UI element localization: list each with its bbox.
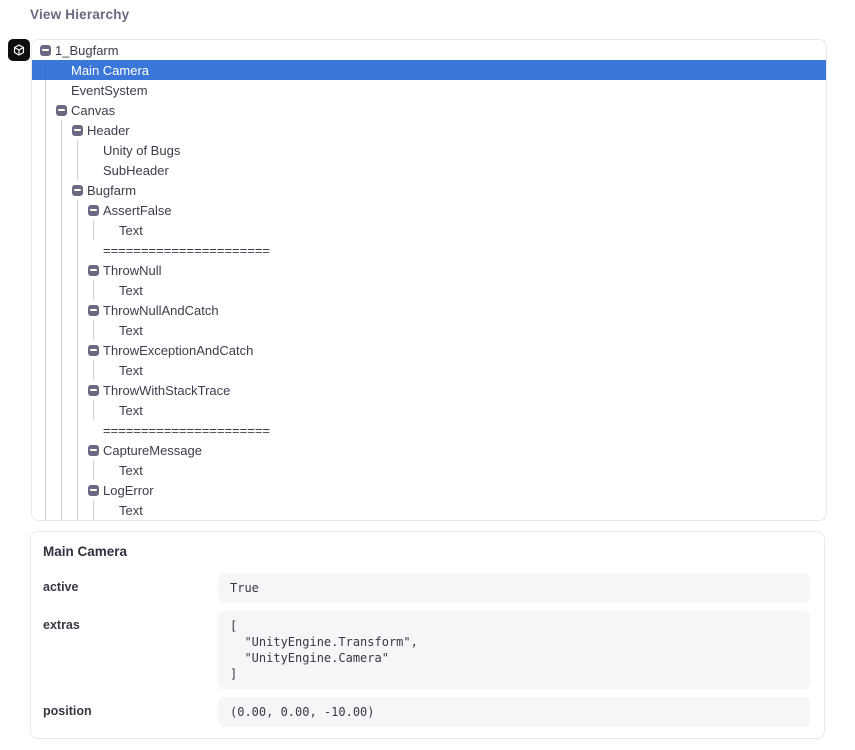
tree-item-text[interactable]: Text xyxy=(32,280,826,300)
tree-item-label: ThrowExceptionAndCatch xyxy=(103,343,253,358)
property-label: active xyxy=(43,573,218,603)
collapse-icon[interactable] xyxy=(88,445,99,456)
collapse-icon[interactable] xyxy=(72,125,83,136)
tree-item-text[interactable]: Text xyxy=(32,220,826,240)
collapse-icon[interactable] xyxy=(88,205,99,216)
tree-item-label: Header xyxy=(87,123,130,138)
hierarchy-tree: 1_Bugfarm Main Camera EventSystem Canvas Hea… xyxy=(32,40,826,520)
tree-item-label: Bugfarm xyxy=(87,183,136,198)
tree-item-thrownull[interactable]: ThrowNull xyxy=(32,260,826,280)
tree-item-text[interactable]: Text xyxy=(32,500,826,520)
tree-item-label: ====================== xyxy=(103,423,270,438)
tree-item-eventsystem[interactable]: EventSystem xyxy=(32,80,826,100)
tree-item-label: Text xyxy=(119,363,143,378)
tree-item-header[interactable]: Header xyxy=(32,120,826,140)
tree-item-label: ThrowWithStackTrace xyxy=(103,383,230,398)
tree-item-label: EventSystem xyxy=(71,83,148,98)
tree-item-label: 1_Bugfarm xyxy=(55,43,119,58)
collapse-icon[interactable] xyxy=(88,265,99,276)
tree-item-label: Canvas xyxy=(71,103,115,118)
tree-item-label: ThrowNullAndCatch xyxy=(103,303,219,318)
detail-row-active: activeTrue xyxy=(43,573,810,603)
tree-item-subheader[interactable]: SubHeader xyxy=(32,160,826,180)
property-label: extras xyxy=(43,611,218,689)
collapse-icon[interactable] xyxy=(88,485,99,496)
property-value: True xyxy=(218,573,810,603)
tree-item-thrownullandcatch[interactable]: ThrowNullAndCatch xyxy=(32,300,826,320)
property-label: position xyxy=(43,697,218,727)
tree-item-logerror[interactable]: LogError xyxy=(32,480,826,500)
tree-item-label: Text xyxy=(119,403,143,418)
collapse-icon[interactable] xyxy=(40,45,51,56)
detail-row-extras: extras[ "UnityEngine.Transform", "UnityE… xyxy=(43,611,810,689)
collapse-icon[interactable] xyxy=(56,105,67,116)
tree-item-label: ====================== xyxy=(103,243,270,258)
page-title: View Hierarchy xyxy=(30,7,129,22)
tree-item-label: Text xyxy=(119,283,143,298)
tree-item-text[interactable]: Text xyxy=(32,320,826,340)
collapse-icon[interactable] xyxy=(88,305,99,316)
tree-item-text[interactable]: Text xyxy=(32,400,826,420)
tree-item-label: CaptureMessage xyxy=(103,443,202,458)
tree-item-label: AssertFalse xyxy=(103,203,172,218)
details-rows: activeTrueextras[ "UnityEngine.Transform… xyxy=(43,573,810,727)
property-value: (0.00, 0.00, -10.00) xyxy=(218,697,810,727)
tree-item-separator[interactable]: ====================== xyxy=(32,240,826,260)
tree-item-label: ThrowNull xyxy=(103,263,162,278)
tree-item-label: Text xyxy=(119,223,143,238)
details-panel: Main Camera activeTrueextras[ "UnityEngi… xyxy=(30,531,825,739)
tree-item-label: Text xyxy=(119,463,143,478)
hierarchy-panel: 1_Bugfarm Main Camera EventSystem Canvas Hea… xyxy=(31,39,827,521)
collapse-icon[interactable] xyxy=(88,385,99,396)
tree-item-label: Main Camera xyxy=(71,63,149,78)
tree-item-main-camera[interactable]: Main Camera xyxy=(32,60,826,80)
collapse-icon[interactable] xyxy=(88,345,99,356)
unity-cube-glyph xyxy=(11,42,27,58)
tree-item-canvas[interactable]: Canvas xyxy=(32,100,826,120)
details-title: Main Camera xyxy=(43,544,810,559)
tree-item-separator[interactable]: ====================== xyxy=(32,420,826,440)
tree-item-text[interactable]: Text xyxy=(32,360,826,380)
tree-item-assertfalse[interactable]: AssertFalse xyxy=(32,200,826,220)
property-value: [ "UnityEngine.Transform", "UnityEngine.… xyxy=(218,611,810,689)
tree-item-throwexceptionandcatch[interactable]: ThrowExceptionAndCatch xyxy=(32,340,826,360)
tree-item-label: SubHeader xyxy=(103,163,169,178)
collapse-icon[interactable] xyxy=(72,185,83,196)
tree-item-1-bugfarm[interactable]: 1_Bugfarm xyxy=(32,40,826,60)
tree-item-label: Unity of Bugs xyxy=(103,143,180,158)
tree-item-label: LogError xyxy=(103,483,154,498)
tree-item-label: Text xyxy=(119,323,143,338)
tree-item-bugfarm[interactable]: Bugfarm xyxy=(32,180,826,200)
tree-item-capturemessage[interactable]: CaptureMessage xyxy=(32,440,826,460)
tree-item-text[interactable]: Text xyxy=(32,460,826,480)
tree-item-label: Text xyxy=(119,503,143,518)
tree-item-throwwithstacktrace[interactable]: ThrowWithStackTrace xyxy=(32,380,826,400)
detail-row-position: position(0.00, 0.00, -10.00) xyxy=(43,697,810,727)
unity-cube-icon xyxy=(8,39,30,61)
tree-item-unity-of-bugs[interactable]: Unity of Bugs xyxy=(32,140,826,160)
